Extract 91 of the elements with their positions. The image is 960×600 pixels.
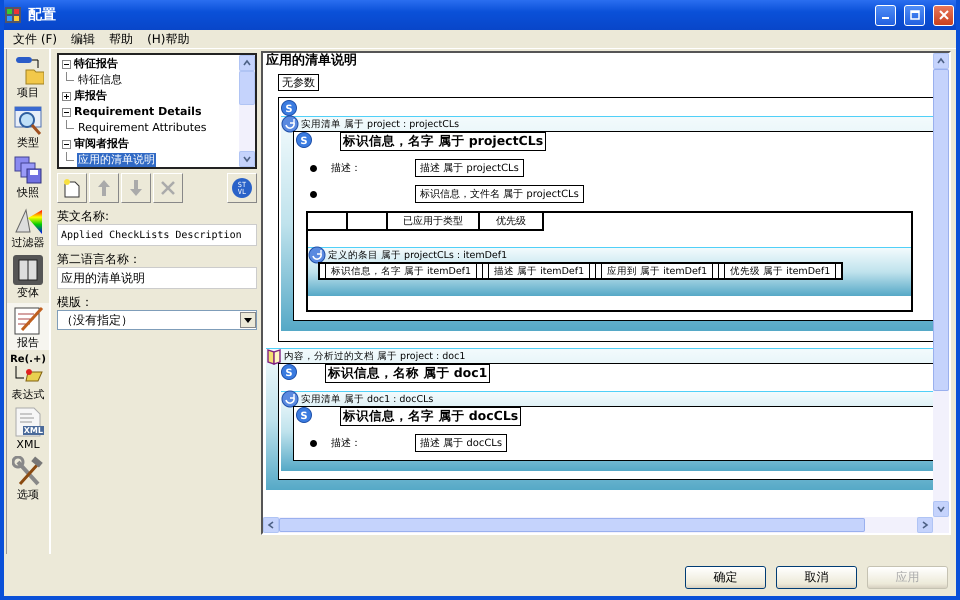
menu-item[interactable]: (H)帮助 — [142, 30, 194, 48]
field-value: 描述 属于 docCLs — [415, 434, 508, 452]
delete-icon — [160, 180, 176, 196]
column-header: 已应用于类型 — [388, 213, 480, 229]
s-icon: S — [281, 100, 297, 116]
switch-icon — [12, 254, 44, 286]
app-icon — [4, 6, 22, 24]
down-arrow-icon — [129, 179, 143, 197]
heading: 标识信息，名字 属于 docCLs — [340, 407, 522, 426]
tree-line — [66, 72, 74, 81]
scroll-down-button[interactable] — [239, 151, 255, 167]
up-arrow-icon — [97, 179, 111, 197]
sidebar-item[interactable]: 过滤器 — [7, 203, 49, 250]
collapse-icon[interactable] — [62, 108, 71, 116]
table-cell: 标识信息，名字 属于 itemDef1 — [326, 264, 478, 278]
s-icon: S — [296, 132, 312, 148]
bullet-icon — [310, 190, 317, 198]
wrench-hammer-icon — [12, 456, 44, 488]
scroll-thumb[interactable] — [279, 518, 865, 532]
toolbar-button[interactable] — [57, 173, 87, 203]
input-field[interactable]: Applied CheckLists Description — [57, 224, 257, 246]
input-field[interactable]: 应用的清单说明 — [57, 267, 257, 289]
band-label: 内容，分析过的文档 属于 project : doc1 — [284, 350, 466, 362]
tree-item[interactable]: 特征报告 — [73, 57, 119, 71]
table-cell: 描述 属于 itemDef1 — [489, 264, 590, 278]
sidebar-item[interactable]: 报告 — [7, 303, 49, 350]
sidebar-item[interactable]: 变体 — [7, 253, 49, 300]
scroll-up-button[interactable] — [933, 53, 949, 69]
tree-item[interactable]: 应用的清单说明 — [77, 153, 156, 167]
field-label: 模版： — [57, 294, 94, 310]
band-label: 实用清单 属于 project : projectCLs — [301, 118, 460, 130]
sidebar-item[interactable]: 项目 — [7, 53, 49, 100]
band-label: 实用清单 属于 doc1 : docCLs — [301, 392, 434, 406]
field-label: 描述： — [331, 438, 361, 449]
tree-item[interactable]: Requirement Details — [73, 105, 202, 119]
bullet-icon — [310, 440, 317, 446]
tree-item[interactable]: Requirement Attributes — [77, 121, 208, 135]
menu-item[interactable]: 编辑 — [66, 30, 100, 48]
tree-line — [66, 120, 74, 129]
close-button[interactable] — [933, 4, 954, 26]
pencil-page-icon — [12, 304, 44, 336]
window-title: 配置 — [28, 6, 57, 24]
caret-icon — [244, 318, 252, 322]
minimize-button[interactable] — [875, 4, 896, 26]
floppy-stack-icon — [12, 154, 44, 186]
scroll-down-button[interactable] — [933, 501, 949, 517]
table-cell: 应用到 属于 itemDef1 — [602, 264, 714, 278]
new-page-icon — [63, 178, 81, 198]
s-icon: S — [296, 407, 312, 423]
field-value: 标识信息，文件名 属于 projectCLs — [415, 185, 584, 203]
sidebar-item[interactable]: 选项 — [7, 455, 49, 502]
expand-icon[interactable] — [62, 92, 71, 100]
scroll-up-button[interactable] — [239, 55, 255, 71]
sidebar-item[interactable]: 类型 — [7, 103, 49, 150]
band-label: 定义的条目 属于 projectCLs : itemDef1 — [328, 248, 508, 262]
maximize-icon — [910, 10, 920, 20]
menu-item[interactable]: 帮助 — [104, 30, 138, 48]
document-title: 应用的清单说明 — [266, 53, 358, 68]
sidebar-item[interactable]: Re(.+) 表达式 — [7, 353, 49, 402]
tree-item[interactable]: 库报告 — [73, 89, 108, 103]
dialog-button[interactable]: 取消 — [776, 566, 857, 589]
column-header: 优先级 — [480, 213, 544, 229]
sidebar-item[interactable]: 快照 — [7, 153, 49, 200]
scroll-left-button[interactable] — [263, 517, 279, 533]
dialog-button[interactable]: 确定 — [685, 566, 766, 589]
maximize-button[interactable] — [904, 4, 925, 26]
scroll-right-button[interactable] — [917, 517, 933, 533]
field-label: 描述： — [331, 163, 361, 174]
tree-line — [66, 152, 74, 161]
book-icon — [266, 347, 282, 365]
s-icon: S — [281, 364, 297, 380]
field-value: 描述 属于 projectCLs — [415, 159, 524, 177]
scroll-thumb[interactable] — [239, 71, 255, 105]
tree-item[interactable]: 审阅者报告 — [73, 137, 130, 151]
heading: 标识信息，名称 属于 doc1 — [325, 364, 490, 383]
magnifier-icon — [12, 104, 44, 136]
collapse-icon[interactable] — [62, 60, 71, 68]
parameter-note: 无参数 — [278, 74, 319, 91]
minimize-icon — [882, 17, 889, 19]
sidebar-item[interactable]: XML XML — [7, 405, 49, 452]
close-icon — [938, 10, 948, 20]
heading: 标识信息，名字 属于 projectCLs — [340, 132, 546, 151]
tree-item[interactable]: 特征信息 — [77, 73, 123, 87]
collapse-icon[interactable] — [62, 140, 71, 148]
field-label: 第二语言名称： — [57, 251, 142, 267]
field-label: 英文名称: — [57, 208, 110, 224]
menu-item[interactable]: 文件 (F) — [8, 30, 62, 48]
scroll-thumb[interactable] — [933, 69, 949, 391]
table-cell: 优先级 属于 itemDef1 — [725, 264, 836, 278]
template-dropdown[interactable]: （没有指定） — [57, 310, 257, 330]
bullet-icon — [310, 164, 317, 172]
